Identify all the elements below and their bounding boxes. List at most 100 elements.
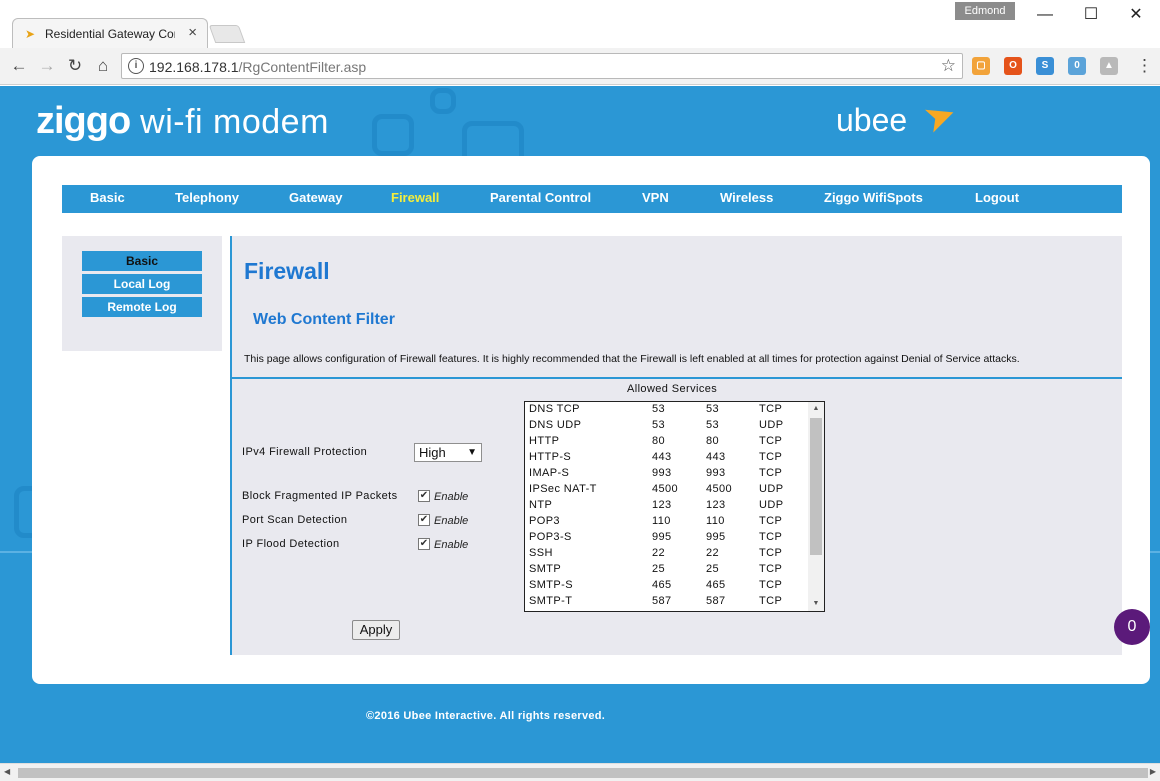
scroll-right-icon[interactable]: ▶ [1150,767,1156,776]
content-area: Firewall Web Content Filter This page al… [230,236,1122,655]
extension-badge-icon[interactable]: 0 [1068,57,1086,75]
extension-1-icon[interactable]: ▢ [972,57,990,75]
skype-icon[interactable]: S [1036,57,1054,75]
profile-badge[interactable]: Edmond [955,2,1015,20]
subnav-basic[interactable]: Basic [82,251,202,271]
services-scroll-thumb[interactable] [810,418,822,555]
service-row[interactable]: SSH 22 22 TCP [525,546,810,562]
drive-icon[interactable]: ▲ [1100,57,1118,75]
allowed-services-list[interactable]: DNS TCP 53 53 TCP DNS UDP 53 53 UDP HTTP 80 80 TCP H… [524,401,825,612]
service-row[interactable]: POP3-S 995 995 TCP [525,530,810,546]
port-scan-option: Enable [434,515,469,527]
address-bar[interactable]: i 192.168.178.1/RgContentFilter.asp ☆ [121,53,963,79]
maximize-icon[interactable]: ☐ [1071,4,1111,26]
service-row[interactable]: DNS UDP 53 53 UDP [525,418,810,434]
menu-wireless[interactable]: Wireless [720,190,773,205]
service-name: POP3-S [529,531,572,543]
service-port-end: 123 [706,499,726,511]
service-port-start: 25 [652,563,666,575]
dropdown-arrow-icon: ▼ [467,447,477,458]
subnav-remote-log[interactable]: Remote Log [82,297,202,317]
ubee-logo: ubee [836,102,908,138]
service-protocol: UDP [759,483,784,495]
menu-firewall[interactable]: Firewall [391,190,439,205]
tab-title: Residential Gateway Con [45,27,175,41]
service-port-start: 53 [652,419,666,431]
scroll-down-icon[interactable]: ▼ [808,597,824,611]
ip-flood-label: IP Flood Detection [242,538,340,550]
info-icon[interactable]: i [128,58,144,74]
service-protocol: UDP [759,419,784,431]
browser-menu-icon[interactable]: ⋮ [1136,56,1153,76]
home-icon[interactable]: ⌂ [92,55,114,77]
service-port-end: 443 [706,451,726,463]
service-name: DNS TCP [529,403,580,415]
service-row[interactable]: HTTP 80 80 TCP [525,434,810,450]
new-tab-button[interactable] [208,25,246,43]
notification-badge[interactable]: 0 [1114,609,1150,645]
service-protocol: TCP [759,547,783,559]
menu-logout[interactable]: Logout [975,190,1019,205]
service-port-start: 587 [652,595,672,607]
close-tab-icon[interactable]: × [188,24,197,41]
service-protocol: TCP [759,579,783,591]
service-protocol: UDP [759,499,784,511]
page-subtitle: Web Content Filter [253,311,395,328]
service-port-end: 53 [706,419,720,431]
ip-flood-checkbox[interactable]: ✔ [418,538,430,550]
scroll-up-icon[interactable]: ▲ [808,402,824,416]
service-row[interactable]: SMTP-S 465 465 TCP [525,578,810,594]
service-row[interactable]: NTP 123 123 UDP [525,498,810,514]
service-row[interactable]: POP3 110 110 TCP [525,514,810,530]
service-protocol: TCP [759,451,783,463]
close-window-icon[interactable]: ✕ [1116,4,1156,26]
bookmark-star-icon[interactable]: ☆ [941,56,956,76]
service-port-start: 80 [652,435,666,447]
service-port-end: 993 [706,467,726,479]
service-name: SMTP-T [529,595,573,607]
service-port-end: 53 [706,403,720,415]
services-scrollbar[interactable]: ▲ ▼ [808,402,824,611]
subnav-local-log[interactable]: Local Log [82,274,202,294]
back-icon[interactable]: ← [8,55,30,77]
service-port-end: 4500 [706,483,733,495]
service-port-start: 995 [652,531,672,543]
block-fragmented-checkbox[interactable]: ✔ [418,490,430,502]
menu-gateway[interactable]: Gateway [289,190,342,205]
service-protocol: TCP [759,595,783,607]
ubee-favicon-icon: ➤ [25,27,36,41]
service-protocol: TCP [759,403,783,415]
page-horizontal-scrollbar[interactable]: ◀ ▶ [0,763,1160,781]
ipv4-protection-select[interactable]: High ▼ [414,443,482,462]
menu-telephony[interactable]: Telephony [175,190,239,205]
service-row[interactable]: DNS TCP 53 53 TCP [525,402,810,418]
service-name: IPSec NAT-T [529,483,597,495]
service-port-start: 4500 [652,483,679,495]
service-protocol: TCP [759,435,783,447]
apply-button[interactable]: Apply [352,620,400,640]
menu-basic[interactable]: Basic [90,190,125,205]
service-port-end: 995 [706,531,726,543]
forward-icon[interactable]: → [36,55,58,77]
service-port-end: 587 [706,595,726,607]
section-divider [232,377,1122,379]
browser-tab[interactable]: ➤ Residential Gateway Con × [12,18,208,48]
horizontal-scroll-thumb[interactable] [18,768,1148,778]
service-row[interactable]: SMTP 25 25 TCP [525,562,810,578]
scroll-left-icon[interactable]: ◀ [4,767,10,776]
menu-parental-control[interactable]: Parental Control [490,190,591,205]
menu-ziggo-wifispots[interactable]: Ziggo WifiSpots [824,190,923,205]
router-page: ziggo wi-fi modem ubee ➤ Basic Telephony… [0,86,1160,763]
browser-toolbar: ← → ↻ ⌂ i 192.168.178.1/RgContentFilter.… [0,48,1160,85]
block-fragmented-label: Block Fragmented IP Packets [242,490,398,502]
service-row[interactable]: HTTP-S 443 443 TCP [525,450,810,466]
menu-vpn[interactable]: VPN [642,190,669,205]
service-row[interactable]: IPSec NAT-T 4500 4500 UDP [525,482,810,498]
minimize-icon[interactable]: — [1025,4,1065,26]
port-scan-checkbox[interactable]: ✔ [418,514,430,526]
service-row[interactable]: IMAP-S 993 993 TCP [525,466,810,482]
service-port-start: 53 [652,403,666,415]
office-icon[interactable]: O [1004,57,1022,75]
reload-icon[interactable]: ↻ [64,55,86,77]
service-row[interactable]: SMTP-T 587 587 TCP [525,594,810,610]
